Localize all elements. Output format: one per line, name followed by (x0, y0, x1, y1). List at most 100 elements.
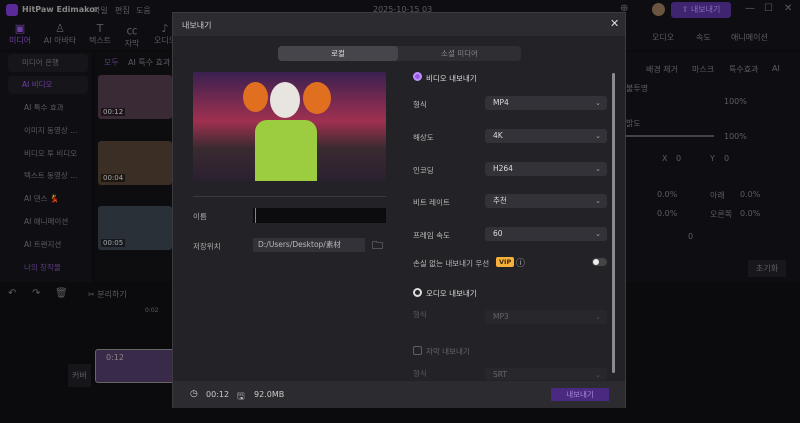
info-icon[interactable]: ⓘ (516, 256, 525, 269)
subtab-effects[interactable]: 특수효과 (729, 64, 758, 75)
thumb-duration: 00:04 (101, 174, 126, 182)
split-label: 분리하기 (97, 290, 127, 299)
tab-audio[interactable]: 오디오 (652, 32, 674, 43)
subtitle-export-label: 자막 내보내기 (426, 347, 470, 356)
export-button[interactable]: 내보내기 (551, 388, 609, 401)
toolbar-label: AI 아바타 (43, 36, 77, 45)
chevron-down-icon: ⌄ (595, 165, 601, 173)
top-export-button[interactable]: ⇪ 내보내기 (671, 2, 731, 18)
toolbar-label: 미디어 (8, 36, 32, 45)
subtab-bg-remove[interactable]: 배경 제거 (646, 64, 678, 75)
brightness-value[interactable]: 100% (724, 132, 747, 141)
avatar-icon: ♙ (55, 22, 65, 35)
select-value: MP4 (493, 98, 509, 107)
minimize-icon[interactable]: — (745, 3, 755, 14)
duration-text: 00:12 (206, 390, 230, 399)
subtab-mask[interactable]: 마스크 (692, 64, 714, 75)
pumpkin-graphic (303, 82, 331, 114)
tab-animation[interactable]: 애니메이션 (731, 32, 768, 43)
timeline-clip[interactable]: 0:12 (95, 349, 175, 383)
menu-edit[interactable]: 편집 (115, 5, 130, 16)
folder-icon[interactable]: 🗀 (372, 237, 383, 256)
bitrate-select[interactable]: 추천 ⌄ (485, 194, 607, 208)
format-select[interactable]: MP4 ⌄ (485, 96, 607, 110)
rotate-value[interactable]: 0 (688, 232, 693, 241)
y-value[interactable]: 0 (724, 154, 729, 163)
select-value: 60 (493, 229, 503, 238)
sidebar-item-ai-video[interactable]: AI 비디오 (8, 76, 88, 94)
track-cover-label[interactable]: 커버 (68, 364, 91, 387)
sidebar-item[interactable]: AI 애니메이션 (8, 213, 88, 231)
pumpkin-graphic (243, 82, 268, 112)
vip-badge: VIP (496, 257, 515, 267)
audio-format-label: 형식 (413, 310, 427, 319)
close-app-icon[interactable]: ✕ (784, 3, 792, 14)
reset-button[interactable]: 초기화 (748, 260, 787, 277)
close-icon[interactable]: ✕ (610, 17, 619, 30)
menu-file[interactable]: 파일 (93, 5, 108, 16)
opacity-label: 불투명 (626, 84, 649, 93)
toolbar-ai-avatar[interactable]: ♙ AI 아바타 (40, 22, 80, 46)
avatar[interactable] (652, 3, 665, 16)
subtitle-format-select[interactable]: SRT ⌄ (485, 368, 607, 380)
pct-value[interactable]: 0.0% (740, 209, 760, 218)
toolbar-label: 자막 (124, 39, 140, 48)
toolbar-media[interactable]: ▣ 미디어 (0, 22, 40, 46)
save-path-field[interactable]: D:/Users/Desktop/素材 (253, 238, 365, 252)
subtitle-export-checkbox[interactable] (413, 346, 422, 355)
encoding-select[interactable]: H264 ⌄ (485, 162, 607, 176)
tab-social-media[interactable]: 소셜 미디어 (398, 46, 521, 61)
chevron-down-icon: ⌄ (595, 197, 601, 205)
scrollbar[interactable] (612, 73, 615, 373)
tab-local[interactable]: 로컬 (278, 46, 398, 61)
frame-rate-label: 프레임 속도 (413, 231, 450, 240)
frame-rate-select[interactable]: 60 ⌄ (485, 227, 607, 241)
select-value: H264 (493, 164, 513, 173)
save-location-label: 저장위치 (193, 242, 221, 251)
opacity-value[interactable]: 100% (724, 97, 747, 106)
thumb-duration: 00:12 (101, 108, 126, 116)
undo-icon[interactable]: ↶ (8, 288, 16, 299)
sidebar-item[interactable]: 이미지 동영상 ... (8, 122, 88, 140)
maximize-icon[interactable]: ☐ (764, 3, 773, 14)
brightness-slider[interactable] (626, 135, 714, 137)
pct-value[interactable]: 0.0% (657, 190, 677, 199)
menu-help[interactable]: 도움 (136, 5, 151, 16)
y-label: Y (710, 154, 715, 163)
media-tab-ai-effects[interactable]: AI 특수 효과 (128, 57, 170, 68)
media-thumb[interactable]: 00:05 (98, 206, 172, 250)
split-button[interactable]: ✂ 분리하기 (88, 289, 127, 300)
divider (193, 196, 386, 197)
dialog-title: 내보내기 (182, 21, 212, 30)
select-value: MP3 (493, 312, 509, 321)
sidebar-item[interactable]: 텍스트 동영상 ... (8, 167, 88, 185)
x-label: X (662, 154, 668, 163)
pct-value[interactable]: 0.0% (657, 209, 677, 218)
sidebar-item[interactable]: 비디오 투 비디오 (8, 145, 88, 163)
name-input[interactable] (253, 208, 386, 223)
select-value: SRT (493, 370, 508, 379)
sidebar-item-media-bank[interactable]: 미디어 은행 (8, 54, 88, 72)
redo-icon[interactable]: ↷ (32, 288, 40, 299)
audio-export-radio[interactable] (413, 288, 422, 297)
toggle-knob (593, 259, 599, 265)
x-value[interactable]: 0 (676, 154, 681, 163)
format-label: 형식 (413, 100, 427, 109)
subtab-ai[interactable]: AI (772, 64, 780, 73)
sidebar-item-my-creations[interactable]: 나의 창작물 (8, 259, 88, 277)
media-thumb[interactable]: 00:12 (98, 75, 172, 119)
sidebar-item[interactable]: AI 트랜지션 (8, 236, 88, 254)
delete-icon[interactable]: 🗑 (55, 288, 68, 299)
resolution-select[interactable]: 4K ⌄ (485, 129, 607, 143)
media-thumb[interactable]: 00:04 (98, 141, 172, 185)
select-value: 4K (493, 131, 503, 140)
video-export-label: 비디오 내보내기 (426, 74, 477, 83)
pct-value[interactable]: 0.0% (740, 190, 760, 199)
audio-format-select[interactable]: MP3 ⌄ (485, 310, 607, 324)
video-export-radio[interactable] (413, 72, 422, 81)
sidebar-item[interactable]: AI 특수 효과 (8, 99, 88, 117)
lossless-toggle[interactable] (592, 258, 607, 266)
tab-speed[interactable]: 속도 (696, 32, 711, 43)
media-tab-all[interactable]: 모두 (104, 57, 119, 68)
sidebar-item[interactable]: AI 댄스 💃 (8, 190, 88, 208)
